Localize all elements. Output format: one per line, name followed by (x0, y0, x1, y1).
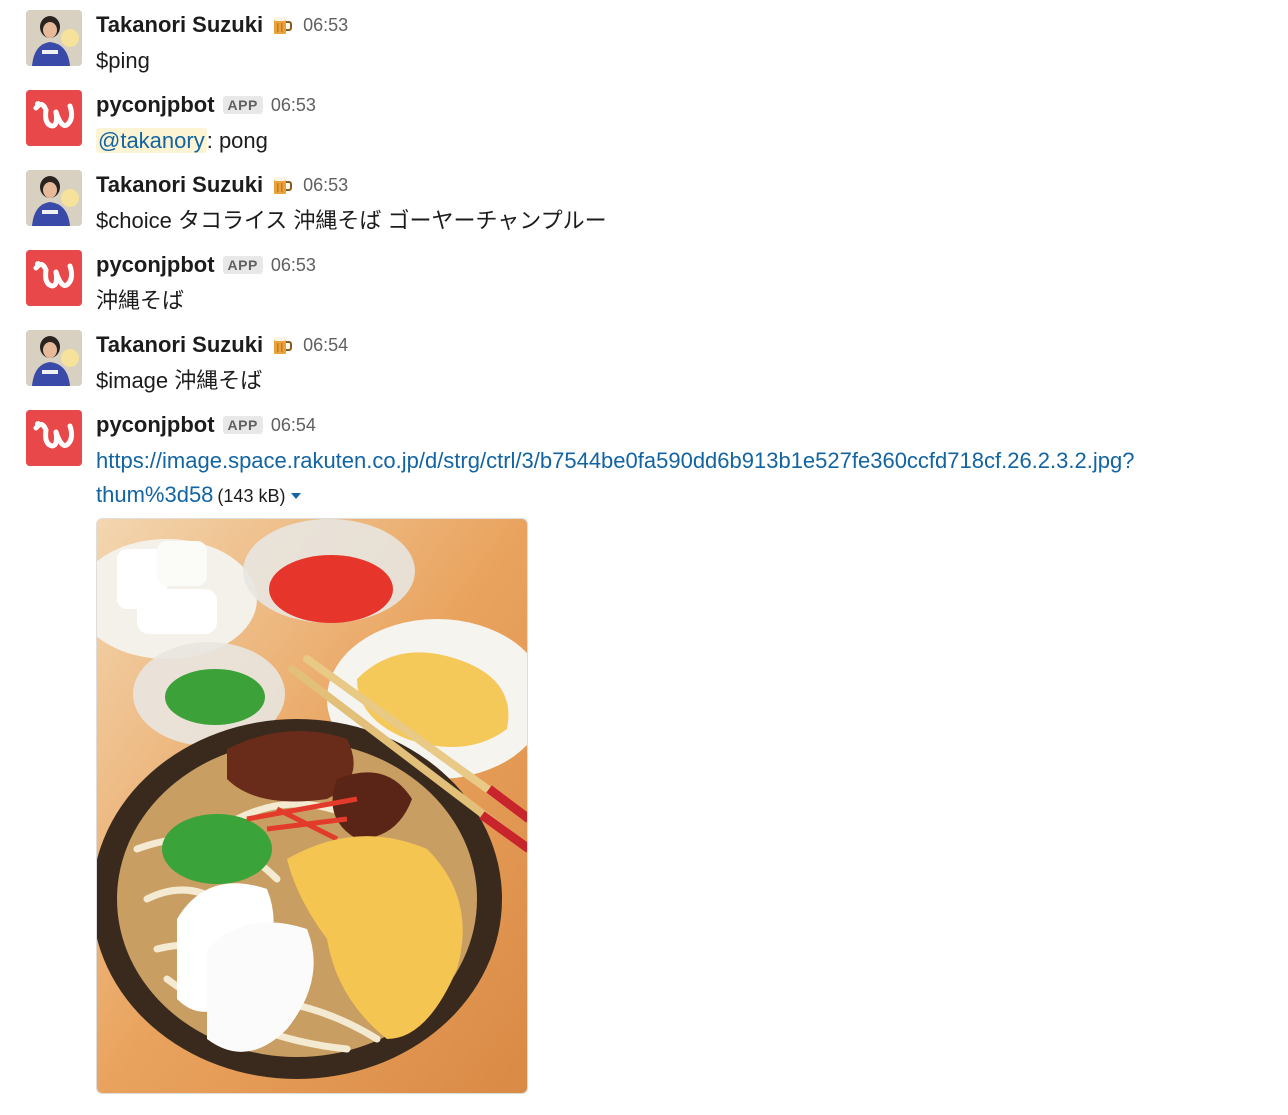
pyconjp-logo-icon (26, 410, 82, 466)
message-text: $choice タコライス 沖縄そば ゴーヤーチャンプルー (96, 208, 607, 233)
message-text: $image 沖縄そば (96, 368, 263, 393)
message-text: https://image.space.rakuten.co.jp/d/strg… (96, 444, 1134, 513)
author-name[interactable]: pyconjpbot (96, 252, 215, 278)
author-name[interactable]: Takanori Suzuki (96, 172, 263, 198)
beer-mug-icon[interactable] (271, 174, 293, 196)
author-name[interactable]: Takanori Suzuki (96, 12, 263, 38)
file-size: (143 kB) (217, 486, 286, 506)
message-text-rest: : pong (206, 128, 268, 153)
image-link[interactable]: https://image.space.rakuten.co.jp/d/strg… (96, 448, 1134, 473)
message-header: Takanori Suzuki 06:54 (96, 330, 348, 360)
timestamp[interactable]: 06:54 (303, 335, 348, 356)
message-text: 沖縄そば (96, 288, 185, 313)
avatar[interactable] (26, 90, 82, 146)
app-badge: APP (222, 96, 263, 114)
message: pyconjpbot APP 06:54 https://image.space… (0, 410, 1288, 1110)
timestamp[interactable]: 06:53 (303, 175, 348, 196)
beer-mug-icon[interactable] (271, 334, 293, 356)
app-badge: APP (222, 416, 263, 434)
message-text: @takanory: pong (96, 124, 268, 158)
app-badge: APP (222, 256, 263, 274)
message-header: pyconjpbot APP 06:53 (96, 90, 316, 120)
avatar[interactable] (26, 250, 82, 306)
timestamp[interactable]: 06:53 (271, 255, 316, 276)
timestamp[interactable]: 06:53 (271, 95, 316, 116)
message-feed: Takanori Suzuki 06:53 $ping pyconjpbot A… (0, 0, 1288, 1115)
message-header: Takanori Suzuki 06:53 (96, 10, 348, 40)
pyconjp-logo-icon (26, 250, 82, 306)
avatar[interactable] (26, 10, 82, 66)
author-name[interactable]: pyconjpbot (96, 412, 215, 438)
avatar[interactable] (26, 170, 82, 226)
image-attachment[interactable] (96, 518, 528, 1094)
message-text: $ping (96, 48, 150, 73)
message-header: pyconjpbot APP 06:54 (96, 410, 316, 440)
author-name[interactable]: Takanori Suzuki (96, 332, 263, 358)
user-mention[interactable]: @takanory (96, 128, 207, 153)
avatar[interactable] (26, 330, 82, 386)
message-header: pyconjpbot APP 06:53 (96, 250, 316, 280)
image-link-continued[interactable]: thum%3d58 (96, 482, 213, 507)
pyconjp-logo-icon (26, 90, 82, 146)
avatar[interactable] (26, 410, 82, 466)
message-header: Takanori Suzuki 06:53 (96, 170, 348, 200)
chevron-down-icon[interactable] (291, 493, 302, 500)
timestamp[interactable]: 06:53 (303, 15, 348, 36)
okinawa-soba-photo (97, 519, 527, 1093)
beer-mug-icon[interactable] (271, 14, 293, 36)
timestamp[interactable]: 06:54 (271, 415, 316, 436)
author-name[interactable]: pyconjpbot (96, 92, 215, 118)
